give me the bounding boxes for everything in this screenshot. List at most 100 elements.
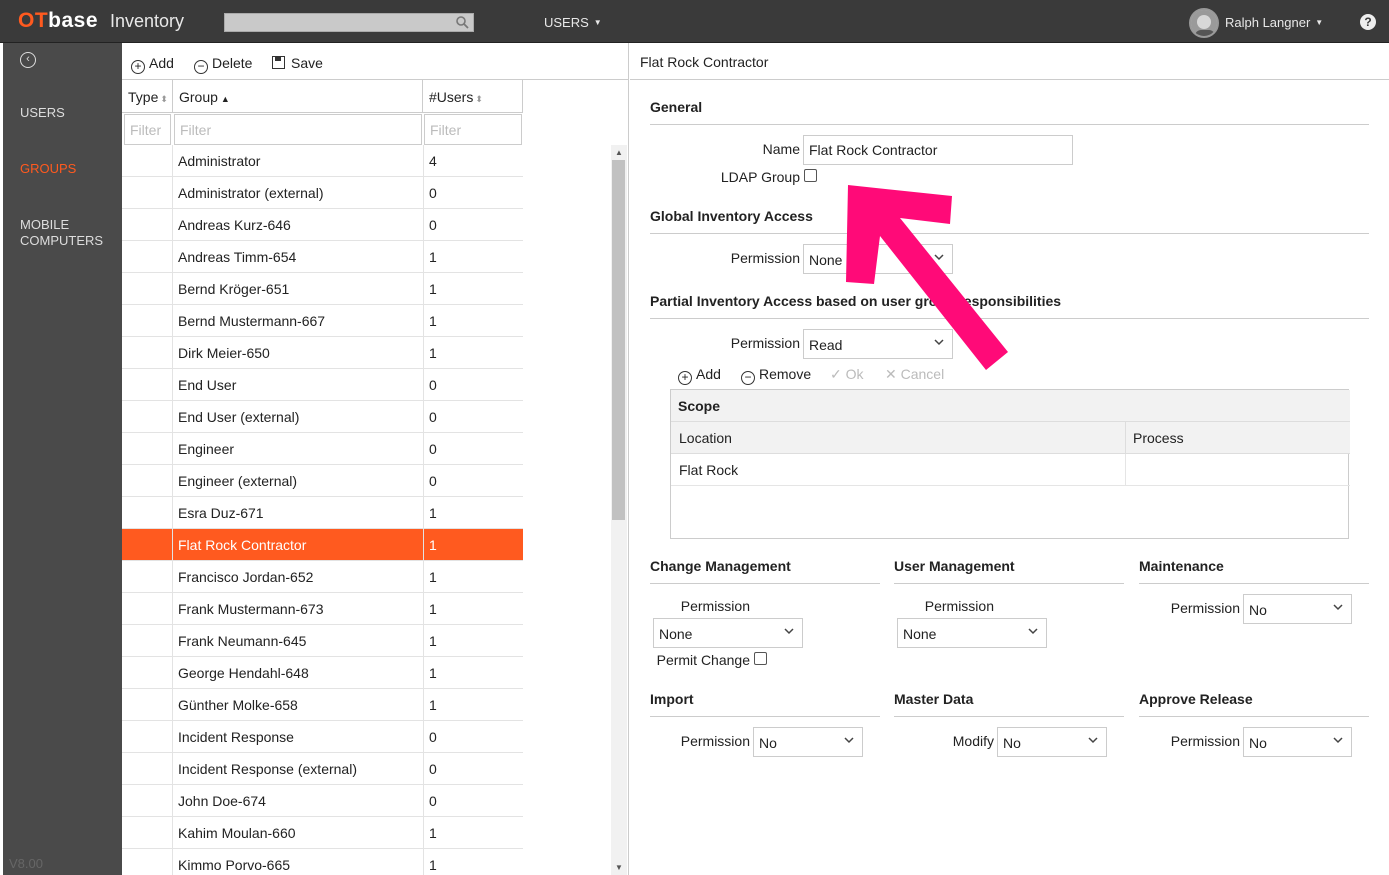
scope-add-button[interactable]: + Add [678,366,721,385]
table-row[interactable]: Engineer 0 [122,433,523,465]
user-count-cell: 1 [423,337,523,369]
sort-icon: ⬍ [475,94,483,104]
nav-item-users[interactable]: USERS [20,105,65,121]
help-icon[interactable]: ? [1360,14,1376,30]
table-row[interactable]: George Hendahl-648 1 [122,657,523,689]
search-input[interactable] [224,13,474,32]
table-row[interactable]: End User 0 [122,369,523,401]
back-icon[interactable]: ‹ [20,52,36,68]
nav-item-mobile-computers[interactable]: MOBILE COMPUTERS [20,217,103,249]
approve-release-permission-select[interactable]: No [1243,727,1352,757]
table-row[interactable]: Francisco Jordan-652 1 [122,561,523,593]
type-cell [122,753,173,785]
change-permission-select[interactable]: None [653,618,803,648]
table-row[interactable]: Bernd Mustermann-667 1 [122,305,523,337]
app-logo[interactable]: OTbase [18,9,98,33]
nav-item-computers-label: COMPUTERS [20,233,104,248]
scope-cancel-button[interactable]: ✕ Cancel [885,366,944,383]
master-data-modify-select[interactable]: No [997,727,1107,757]
user-mgmt-permission-select[interactable]: None [897,618,1047,648]
table-row[interactable]: Flat Rock Contractor 1 [122,529,523,561]
filter-users-input[interactable]: Filter [424,114,522,145]
table-row[interactable]: Administrator 4 [122,145,523,177]
user-count-cell: 0 [423,401,523,433]
add-button[interactable]: + Add [131,55,174,74]
type-cell [122,465,173,497]
permit-change-label: Permit Change [656,652,750,668]
user-count-cell: 4 [423,145,523,177]
column-header-process[interactable]: Process [1133,430,1184,446]
maintenance-permission-select[interactable]: No [1243,594,1352,624]
nav-item-groups[interactable]: GROUPS [20,161,76,177]
permit-change-checkbox[interactable] [754,652,767,665]
user-count-cell: 0 [423,177,523,209]
group-detail-panel: Flat Rock Contractor General Name LDAP G… [630,43,1389,875]
delete-button[interactable]: − Delete [194,55,252,74]
scope-location-cell: Flat Rock [679,462,739,478]
table-row[interactable]: Esra Duz-671 1 [122,497,523,529]
group-name-cell: Administrator (external) [178,185,324,201]
user-count-cell: 1 [423,529,523,561]
save-button[interactable]: Save [272,55,323,71]
scroll-down-icon[interactable]: ▼ [615,863,623,872]
table-row[interactable]: Frank Mustermann-673 1 [122,593,523,625]
chevron-down-icon [1333,737,1343,744]
group-name-cell: Bernd Kröger-651 [178,281,290,297]
type-cell [122,529,173,561]
table-row[interactable]: Andreas Kurz-646 0 [122,209,523,241]
users-menu[interactable]: USERS ▼ [544,15,602,30]
user-count-cell: 1 [423,273,523,305]
user-count-cell: 1 [423,817,523,849]
scope-remove-button[interactable]: − Remove [741,366,811,385]
table-row[interactable]: Kimmo Porvo-665 1 [122,849,523,875]
user-avatar-icon [1191,10,1217,36]
table-row[interactable]: Günther Molke-658 1 [122,689,523,721]
column-header-users[interactable]: #Users ⬍ [423,80,523,113]
table-row[interactable]: Incident Response 0 [122,721,523,753]
table-row[interactable]: Kahim Moulan-660 1 [122,817,523,849]
filter-type-input[interactable]: Filter [124,114,171,145]
scope-table: Scope Location Process Flat Rock [670,389,1350,539]
import-permission-label: Permission [680,733,750,749]
ldap-group-checkbox[interactable] [804,169,817,182]
scope-row[interactable]: Flat Rock [671,454,1350,486]
divider [650,583,880,584]
user-count-cell: 1 [423,657,523,689]
table-row[interactable]: End User (external) 0 [122,401,523,433]
section-maintenance-heading: Maintenance [1139,558,1224,574]
user-menu[interactable]: Ralph Langner ▼ [1225,15,1323,30]
import-permission-select[interactable]: No [753,727,863,757]
user-count-cell: 1 [423,689,523,721]
table-row[interactable]: Administrator (external) 0 [122,177,523,209]
cancel-icon: ✕ [885,366,901,382]
table-row[interactable]: Frank Neumann-645 1 [122,625,523,657]
caret-down-icon: ▼ [1315,18,1324,27]
table-row[interactable]: Engineer (external) 0 [122,465,523,497]
filter-group-input[interactable]: Filter [174,114,422,145]
column-header-group[interactable]: Group ▲ [173,80,423,113]
user-count-cell: 0 [423,465,523,497]
global-permission-select[interactable]: None [803,244,953,274]
table-row[interactable]: Dirk Meier-650 1 [122,337,523,369]
list-scrollbar[interactable]: ▲ ▼ [611,145,627,875]
scroll-thumb[interactable] [612,160,625,520]
avatar[interactable] [1189,8,1219,38]
group-list-panel: + Add − Delete Save Type ⬍ Group ▲ #Users ⬍ F… [122,43,629,875]
partial-permission-select[interactable]: Read [803,329,953,359]
group-name-input[interactable] [803,135,1073,165]
sort-ascending-icon: ▲ [220,94,230,104]
divider [1125,454,1126,486]
scope-ok-button[interactable]: ✓ Ok [830,366,864,383]
column-header-location[interactable]: Location [679,430,732,446]
table-row[interactable]: Bernd Kröger-651 1 [122,273,523,305]
section-import-heading: Import [650,691,694,707]
type-cell [122,241,173,273]
chevron-down-icon [844,737,854,744]
table-row[interactable]: Incident Response (external) 0 [122,753,523,785]
group-name-cell: Frank Mustermann-673 [178,601,324,617]
table-row[interactable]: Andreas Timm-654 1 [122,241,523,273]
type-cell [122,177,173,209]
scroll-up-icon[interactable]: ▲ [615,148,623,157]
column-header-type[interactable]: Type ⬍ [122,80,173,113]
table-row[interactable]: John Doe-674 0 [122,785,523,817]
